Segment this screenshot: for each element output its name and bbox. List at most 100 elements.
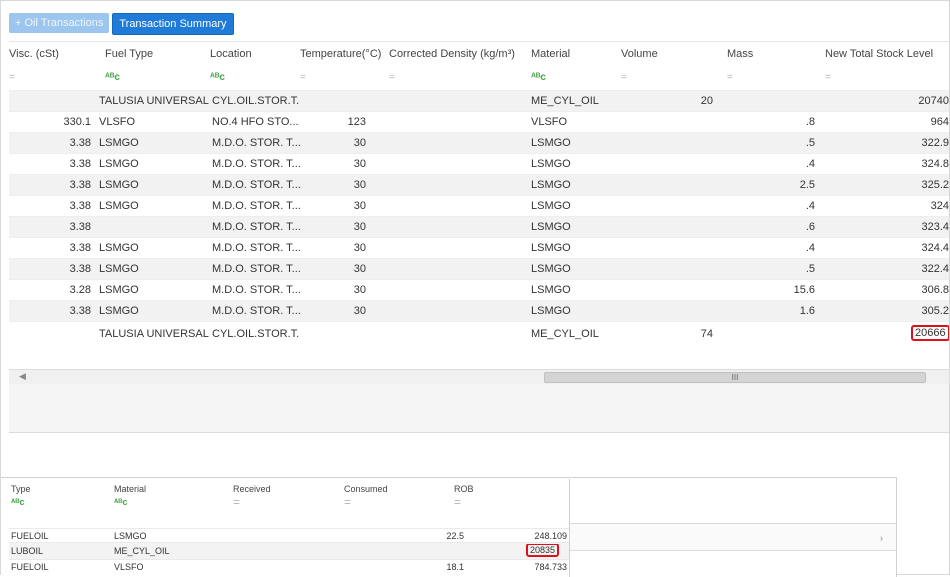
col-header-material[interactable]: Material [531,42,616,66]
col-header-mass[interactable]: Mass [727,42,817,66]
summary-col-consumed[interactable]: Consumed [344,482,424,496]
filter-text-icon[interactable]: ᴬᴮc [105,66,125,90]
summary-col-received[interactable]: Received [233,482,313,496]
filter-equals-icon[interactable]: = [727,66,747,90]
table-row[interactable]: 3.38 LSMGO M.D.O. STOR. T... 30 LSMGO .4… [9,153,949,175]
cell-visc [9,322,91,347]
filter-text-icon[interactable]: ᴬᴮc [11,496,31,508]
filter-equals-icon[interactable]: = [300,66,320,90]
filter-equals-icon[interactable]: = [233,496,253,508]
cell-material: LSMGO [531,242,571,254]
cell-visc: 3.38 [69,137,91,149]
summary-row[interactable]: FUELOIL VLSFO 18.1 784.733 [9,559,569,574]
col-header-fuel-type[interactable]: Fuel Type [105,42,205,66]
cell-fuel-type [99,217,211,238]
summary-cell-rob-highlighted: 20835 [526,544,566,559]
summary-row[interactable]: LUBOIL ME_CYL_OIL 20835 [9,542,569,560]
cell-visc: 3.38 [69,200,91,212]
table-row[interactable]: 3.38 LSMGO M.D.O. STOR. T... 30 LSMGO .4… [9,195,949,217]
cell-material: ME_CYL_OIL [531,328,599,340]
cell-location: CYL.OIL.STOR.T... [212,95,300,107]
cell-fuel-type: LSMGO [99,305,139,317]
table-row[interactable]: 3.38 LSMGO M.D.O. STOR. T... 30 LSMGO .5… [9,258,949,280]
summary-cell-consumed: 18.1 [446,562,464,572]
cell-mass: .4 [805,200,815,212]
cell-new-total-stock: 324.4 [921,242,949,254]
filter-text-icon[interactable]: ᴬᴮc [210,66,230,90]
cell-mass: 15.6 [793,284,815,296]
cell-temperature: 30 [353,284,366,296]
cell-fuel-type: LSMGO [99,284,139,296]
cell-volume [621,301,713,322]
cell-mass: .5 [805,137,815,149]
col-header-volume[interactable]: Volume [621,42,721,66]
cell-volume [621,154,713,175]
table-row[interactable]: 330.1 VLSFO NO.4 HFO STO... 123 VLSFO .8… [9,111,949,133]
summary-grid: Type Material Received Consumed ROB ᴬᴮc … [9,478,569,577]
cell-location: M.D.O. STOR. T... [212,284,300,296]
cell-new-total-stock: 322.4 [921,263,949,275]
cell-density [389,112,519,133]
cell-density [389,322,519,347]
cell-fuel-type: TALUSIA UNIVERSAL [99,95,209,107]
filter-equals-icon[interactable]: = [389,66,409,90]
cell-temperature: 30 [353,158,366,170]
col-header-new-total-stock[interactable]: New Total Stock Level [825,42,949,66]
summary-col-type[interactable]: Type [11,482,101,496]
summary-cell-material: VLSFO [114,562,144,572]
col-header-visc[interactable]: Visc. (cSt) [9,42,89,66]
cell-volume [621,112,713,133]
cell-volume [621,238,713,259]
cell-new-total-stock: 20740 [918,95,949,107]
table-row[interactable]: TALUSIA UNIVERSAL CYL.OIL.STOR.T... ME_C… [9,321,949,347]
cell-visc: 3.38 [69,158,91,170]
col-header-location[interactable]: Location [210,42,295,66]
highlight-box: 20666 [911,325,949,341]
table-row[interactable]: 3.38 M.D.O. STOR. T... 30 LSMGO .6 323.4 [9,216,949,238]
cell-visc: 3.38 [69,221,91,233]
transaction-summary-button[interactable]: Transaction Summary [112,13,234,35]
col-header-temperature[interactable]: Temperature(°C) [300,42,390,66]
table-row[interactable]: 3.38 LSMGO M.D.O. STOR. T... 30 LSMGO .4… [9,237,949,259]
filter-equals-icon[interactable]: = [454,496,474,508]
cell-volume [621,280,713,301]
table-row[interactable]: 3.38 LSMGO M.D.O. STOR. T... 30 LSMGO 1.… [9,300,949,322]
side-panel: › [569,479,896,577]
cell-new-total-stock: 306.8 [921,284,949,296]
cell-material: LSMGO [531,284,571,296]
cell-mass [727,91,815,112]
filter-text-icon[interactable]: ᴬᴮc [531,66,551,90]
summary-cell-consumed [344,543,464,560]
scroll-left-arrow-icon[interactable]: ◀ [19,371,26,382]
summary-cell-received [233,560,313,574]
filter-equals-icon[interactable]: = [344,496,364,508]
filter-equals-icon[interactable]: = [825,66,845,90]
cell-material: LSMGO [531,221,571,233]
cell-new-total-stock: 325.2 [921,179,949,191]
table-row[interactable]: 3.38 LSMGO M.D.O. STOR. T... 30 LSMGO .5… [9,132,949,154]
cell-volume [621,259,713,280]
filter-equals-icon[interactable]: = [9,66,29,90]
cell-visc: 330.1 [63,116,91,128]
summary-col-material[interactable]: Material [114,482,204,496]
col-header-corrected-density[interactable]: Corrected Density (kg/m³) [389,42,527,66]
filter-text-icon[interactable]: ᴬᴮc [114,496,134,508]
oil-transactions-button[interactable]: + Oil Transactions [9,13,110,33]
summary-col-rob[interactable]: ROB [454,482,514,496]
summary-row[interactable]: FUELOIL LSMGO 22.5 248.109 [9,528,569,543]
table-row[interactable]: 3.28 LSMGO M.D.O. STOR. T... 30 LSMGO 15… [9,279,949,301]
horizontal-scrollbar[interactable]: ◀ III [9,369,949,385]
table-row[interactable]: TALUSIA UNIVERSAL CYL.OIL.STOR.T... ME_C… [9,90,949,112]
chevron-right-icon[interactable]: › [880,533,883,543]
window-frame: + Oil Transactions Transaction Summary V… [0,0,950,577]
cell-location: M.D.O. STOR. T... [212,221,300,233]
table-row[interactable]: 3.38 LSMGO M.D.O. STOR. T... 30 LSMGO 2.… [9,174,949,196]
cell-location: NO.4 HFO STO... [212,116,299,128]
filter-equals-icon[interactable]: = [621,66,641,90]
cell-density [389,301,519,322]
cell-temperature: 123 [347,116,366,128]
side-panel-dropdown[interactable] [570,523,896,551]
cell-mass: .8 [805,116,815,128]
scrollbar-thumb[interactable]: III [544,372,926,383]
cell-volume [621,175,713,196]
